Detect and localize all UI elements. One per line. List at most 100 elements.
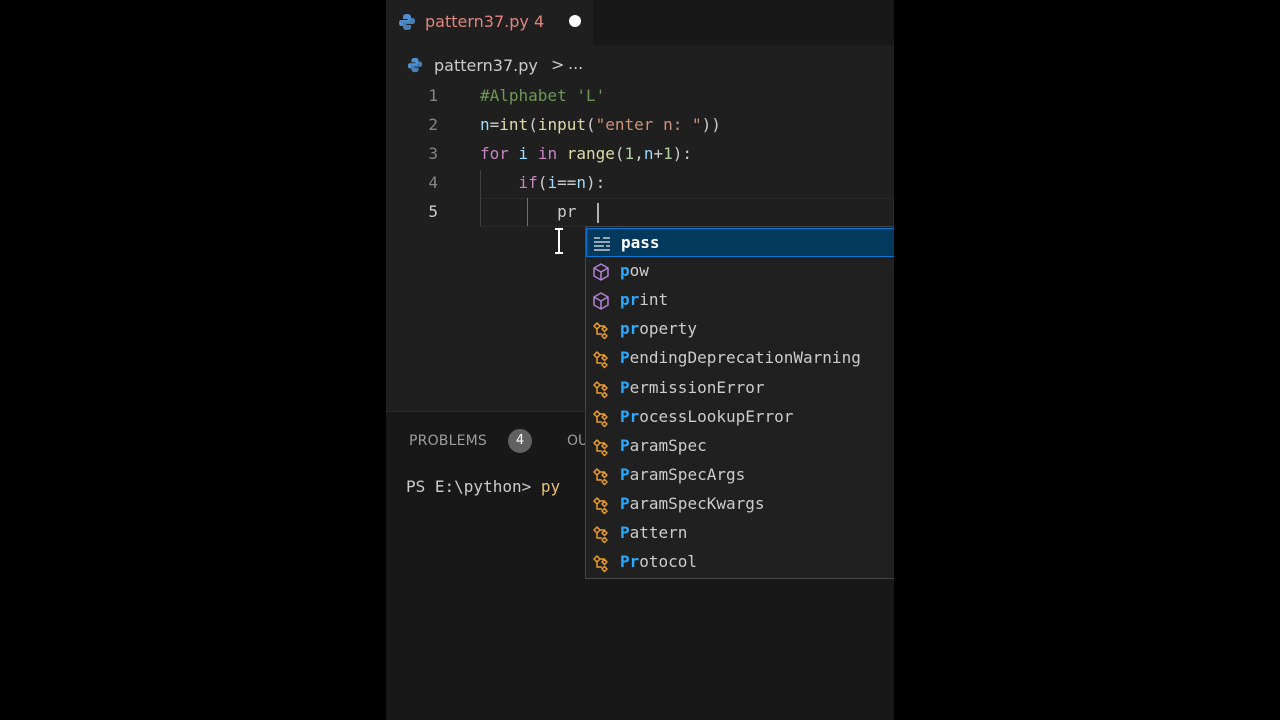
code-token: 1 <box>663 144 673 163</box>
code-line[interactable]: 2 n=int(input("enter n: ")) <box>386 111 894 140</box>
code-token: + <box>653 144 664 163</box>
code-token: )) <box>701 115 721 134</box>
code-token: if <box>518 173 538 192</box>
line-number: 3 <box>428 144 438 163</box>
suggestion-item[interactable]: Protocol <box>586 548 894 577</box>
suggestion-label: pow <box>620 261 649 280</box>
suggestion-label: ParamSpecKwargs <box>620 494 765 513</box>
suggestion-rest: ocessLookupError <box>639 406 794 426</box>
suggestion-rest: ermissionError <box>629 377 765 397</box>
suggestion-rest: aramSpec <box>629 435 707 455</box>
suggestion-label: print <box>620 290 668 309</box>
code-text: for i in range(1,n+1): <box>480 144 692 163</box>
class-icon <box>591 553 611 573</box>
code-token: range <box>566 144 615 163</box>
code-token: ( <box>528 115 538 134</box>
breadcrumb-more[interactable]: ... <box>568 54 583 73</box>
code-token: #Alphabet 'L' <box>480 86 606 105</box>
terminal-prompt: PS E:\python> <box>406 477 541 496</box>
code-token: for <box>480 144 509 163</box>
line-number: 2 <box>428 115 438 134</box>
tab-problems[interactable]: PROBLEMS <box>409 433 487 449</box>
code-line[interactable]: 3 for i in range(1,n+1): <box>386 140 894 169</box>
code-token: i <box>547 173 558 192</box>
suggestion-label: PendingDeprecationWarning <box>620 348 861 367</box>
suggestion-rest: aramSpecKwargs <box>629 493 765 513</box>
code-token: pr <box>557 202 577 221</box>
breadcrumb-file[interactable]: pattern37.py <box>434 56 538 75</box>
suggestion-item[interactable]: PermissionError <box>586 374 894 403</box>
suggestion-item[interactable]: pass <box>586 228 894 257</box>
code-line[interactable]: 4 if(i==n): <box>386 169 894 198</box>
suggestion-item[interactable]: pow <box>586 257 894 286</box>
suggestion-match: P <box>620 493 630 513</box>
suggestion-rest: int <box>639 290 669 310</box>
line-number: 1 <box>428 86 438 105</box>
breadcrumb: pattern37.py > ... <box>386 50 894 80</box>
suggestion-rest: ow <box>629 261 649 281</box>
class-icon <box>591 524 611 544</box>
class-icon <box>591 379 611 399</box>
text-caret <box>597 203 599 223</box>
suggestion-item[interactable]: ParamSpecKwargs <box>586 490 894 519</box>
suggestion-label: Protocol <box>620 552 697 571</box>
chevron-right-icon: > <box>551 55 565 74</box>
class-icon <box>591 320 611 340</box>
class-icon <box>591 408 611 428</box>
code-text: n=int(input("enter n: ")) <box>480 115 721 134</box>
code-token: int <box>499 115 529 134</box>
unsaved-dot-icon[interactable] <box>569 15 581 27</box>
tab-bar: pattern37.py 4 <box>386 0 894 45</box>
python-file-icon <box>407 57 423 73</box>
class-icon <box>591 349 611 369</box>
class-icon <box>591 437 611 457</box>
tab-pattern37[interactable]: pattern37.py 4 <box>386 0 593 45</box>
suggestion-match: pr <box>620 319 640 339</box>
suggestion-rest: operty <box>639 319 698 339</box>
suggestion-label: PermissionError <box>620 378 765 397</box>
suggestion-label: property <box>620 319 697 338</box>
suggestion-item[interactable]: ParamSpecArgs <box>586 461 894 490</box>
tab-label: pattern37.py 4 <box>425 12 545 31</box>
suggestion-widget: pass pow print property PendingDeprecationWa… <box>585 226 894 579</box>
suggestion-match: pr <box>620 290 640 310</box>
code-token: input <box>537 115 586 134</box>
suggestion-rest: attern <box>629 523 688 542</box>
suggestion-match: P <box>620 435 630 455</box>
suggestion-label: ParamSpec <box>620 436 707 455</box>
suggestion-rest: endingDeprecationWarning <box>629 348 861 368</box>
suggestion-label: Pattern <box>620 523 687 542</box>
suggestion-match: P <box>620 348 630 368</box>
suggestion-rest: aramSpecArgs <box>629 464 746 484</box>
terminal-line[interactable]: PS E:\python> py <box>406 477 560 496</box>
suggestion-item[interactable]: Pattern <box>586 519 894 548</box>
code-token: ( <box>537 173 548 192</box>
code-token: ( <box>614 144 625 163</box>
code-line[interactable]: 5 pr <box>386 198 894 227</box>
code-token: n <box>576 173 586 192</box>
keyword-icon <box>592 234 612 254</box>
code-line[interactable]: 1 #Alphabet 'L' <box>386 82 894 111</box>
code-token: ): <box>672 144 693 163</box>
line-number: 4 <box>428 173 438 192</box>
code-token: ( <box>586 115 596 134</box>
ibeam-cursor-icon <box>555 228 563 254</box>
suggestion-label: pass <box>621 233 660 252</box>
suggestion-match: P <box>620 464 630 484</box>
code-token: i <box>518 144 529 163</box>
line-number: 5 <box>428 202 438 221</box>
code-token: 1 <box>624 144 635 163</box>
code-token: "enter n: " <box>595 115 702 134</box>
suggestion-match: Pr <box>620 552 640 572</box>
suggestion-item[interactable]: ProcessLookupError <box>586 403 894 432</box>
code-token: == <box>557 173 577 192</box>
suggestion-item[interactable]: ParamSpec <box>586 432 894 461</box>
suggestion-match: P <box>620 523 630 542</box>
method-icon <box>591 262 611 282</box>
suggestion-item[interactable]: property <box>586 315 894 344</box>
suggestion-item[interactable]: print <box>586 286 894 315</box>
suggestion-item[interactable]: PendingDeprecationWarning <box>586 344 894 373</box>
